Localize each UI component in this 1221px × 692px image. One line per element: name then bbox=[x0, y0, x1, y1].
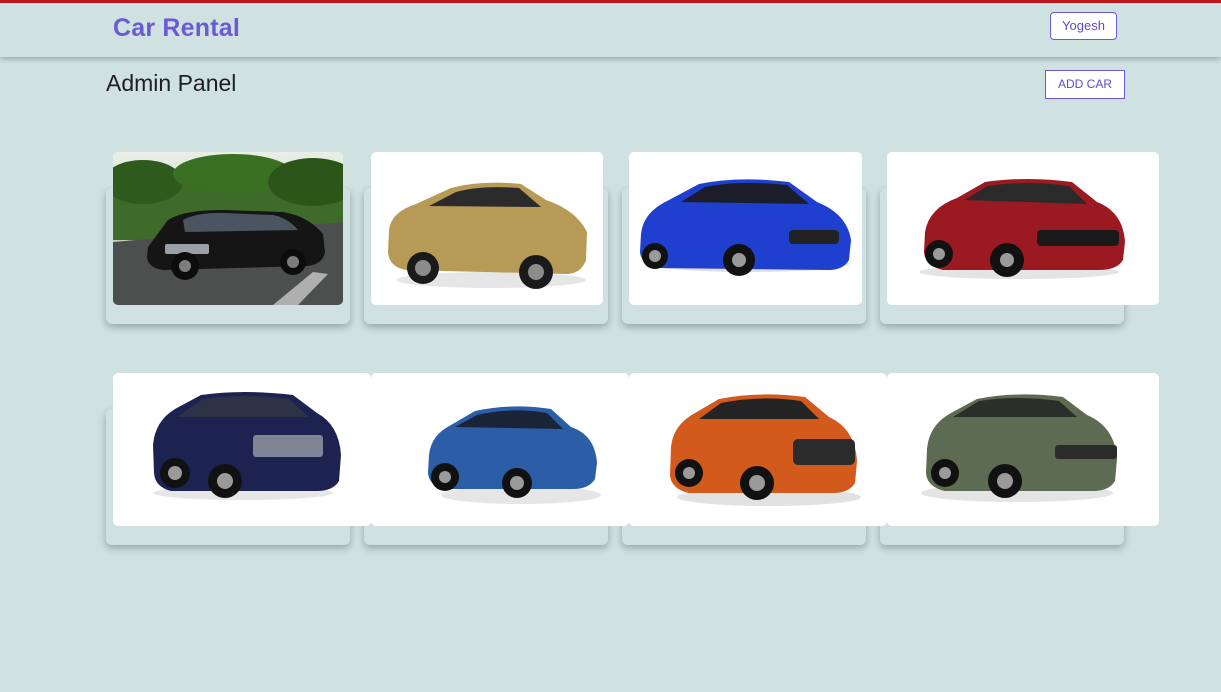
car-photo bbox=[921, 394, 1117, 502]
car-photo bbox=[670, 394, 861, 506]
car-card-image[interactable] bbox=[371, 373, 629, 526]
brand-logo[interactable]: Car Rental bbox=[113, 14, 240, 43]
add-car-button[interactable]: ADD CAR bbox=[1045, 70, 1125, 99]
car-card-image[interactable] bbox=[887, 152, 1159, 305]
car-card-image[interactable] bbox=[113, 373, 371, 526]
car-card-image[interactable] bbox=[887, 373, 1159, 526]
car-card-image[interactable] bbox=[629, 373, 887, 526]
car-icon bbox=[926, 394, 1117, 498]
car-card-image[interactable] bbox=[371, 152, 603, 305]
car-icon bbox=[428, 406, 597, 498]
navbar: Car Rental Yogesh bbox=[0, 3, 1221, 57]
car-photo bbox=[428, 406, 601, 504]
car-icon bbox=[670, 394, 857, 500]
car-icon bbox=[640, 179, 851, 276]
car-photo bbox=[388, 182, 587, 289]
car-icon bbox=[153, 392, 341, 498]
user-button[interactable]: Yogesh bbox=[1050, 12, 1117, 40]
car-photo bbox=[919, 179, 1125, 279]
car-card-image[interactable] bbox=[629, 152, 862, 305]
car-icon bbox=[924, 179, 1125, 277]
car-photo bbox=[640, 179, 851, 276]
page-title: Admin Panel bbox=[106, 70, 237, 96]
car-photo-road bbox=[113, 152, 343, 305]
car-card-image[interactable] bbox=[113, 152, 343, 305]
car-photo bbox=[153, 392, 341, 500]
